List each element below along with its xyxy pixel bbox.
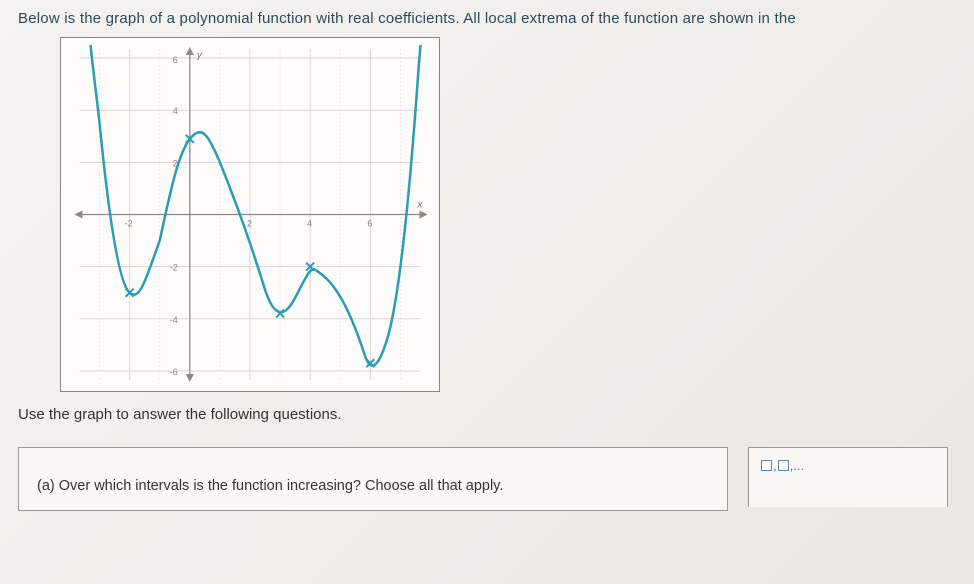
polynomial-graph: -2 2 4 6 2 4 6 -2 -4 -6 x y <box>67 44 433 385</box>
instruction-text: Use the graph to answer the following qu… <box>18 406 974 423</box>
curve <box>91 45 421 365</box>
y-axis-label: y <box>196 50 203 61</box>
svg-text:-6: -6 <box>170 367 178 377</box>
svg-text:6: 6 <box>367 219 372 229</box>
answer-format-box[interactable]: ,,... <box>748 447 948 507</box>
problem-statement: Below is the graph of a polynomial funct… <box>0 0 974 33</box>
svg-text:-2: -2 <box>170 263 178 273</box>
graph-panel: -2 2 4 6 2 4 6 -2 -4 -6 x y <box>60 37 440 392</box>
svg-text:4: 4 <box>173 106 178 116</box>
axes <box>74 47 427 382</box>
interval-notation-icon: ,,... <box>761 458 804 473</box>
question-row: (a) Over which intervals is the function… <box>18 447 974 511</box>
question-a-text: (a) Over which intervals is the function… <box>37 478 503 494</box>
svg-text:6: 6 <box>173 55 178 65</box>
svg-text:4: 4 <box>307 219 312 229</box>
x-axis-label: x <box>416 199 423 210</box>
tick-labels: -2 2 4 6 2 4 6 -2 -4 -6 <box>125 55 373 377</box>
question-a-box: (a) Over which intervals is the function… <box>18 447 728 511</box>
svg-text:-4: -4 <box>170 315 178 325</box>
svg-text:-2: -2 <box>125 219 133 229</box>
svg-text:2: 2 <box>247 219 252 229</box>
